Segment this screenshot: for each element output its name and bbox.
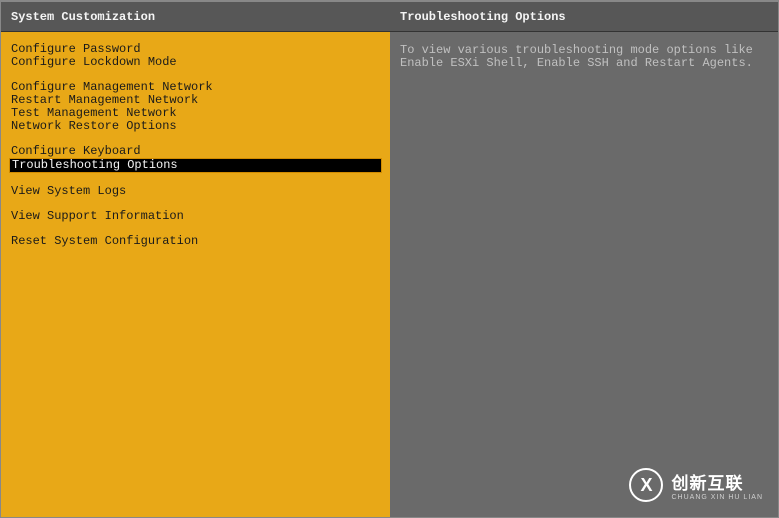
right-title: Troubleshooting Options <box>400 10 566 24</box>
detail-text: To view various troubleshooting mode opt… <box>390 32 778 82</box>
menu-configure-lockdown-mode[interactable]: Configure Lockdown Mode <box>9 56 382 69</box>
watermark-text: 创新互联 CHUANG XIN HU LIAN <box>671 469 763 501</box>
watermark-icon: X <box>629 468 663 502</box>
menu-group-2: Configure Keyboard Troubleshooting Optio… <box>9 145 382 173</box>
menu-group-4: View Support Information <box>9 210 382 223</box>
menu-section: Configure Password Configure Lockdown Mo… <box>1 32 390 260</box>
right-panel: Troubleshooting Options To view various … <box>390 1 778 517</box>
left-header: System Customization <box>1 1 390 32</box>
menu-view-system-logs[interactable]: View System Logs <box>9 185 382 198</box>
menu-configure-keyboard[interactable]: Configure Keyboard <box>9 145 382 158</box>
menu-group-0: Configure Password Configure Lockdown Mo… <box>9 43 382 69</box>
menu-group-3: View System Logs <box>9 185 382 198</box>
menu-troubleshooting-wrap: Troubleshooting Options <box>9 158 382 173</box>
watermark-sub: CHUANG XIN HU LIAN <box>671 494 763 501</box>
right-header: Troubleshooting Options <box>390 1 778 32</box>
menu-network-restore-options[interactable]: Network Restore Options <box>9 120 382 133</box>
menu-group-1: Configure Management Network Restart Man… <box>9 81 382 133</box>
left-panel: System Customization Configure Password … <box>1 1 390 517</box>
menu-group-5: Reset System Configuration <box>9 235 382 248</box>
watermark: X 创新互联 CHUANG XIN HU LIAN <box>629 468 763 502</box>
left-title: System Customization <box>11 10 155 24</box>
watermark-main: 创新互联 <box>671 469 763 494</box>
menu-troubleshooting-options[interactable]: Troubleshooting Options <box>10 159 381 172</box>
menu-reset-system-configuration[interactable]: Reset System Configuration <box>9 235 382 248</box>
menu-view-support-information[interactable]: View Support Information <box>9 210 382 223</box>
